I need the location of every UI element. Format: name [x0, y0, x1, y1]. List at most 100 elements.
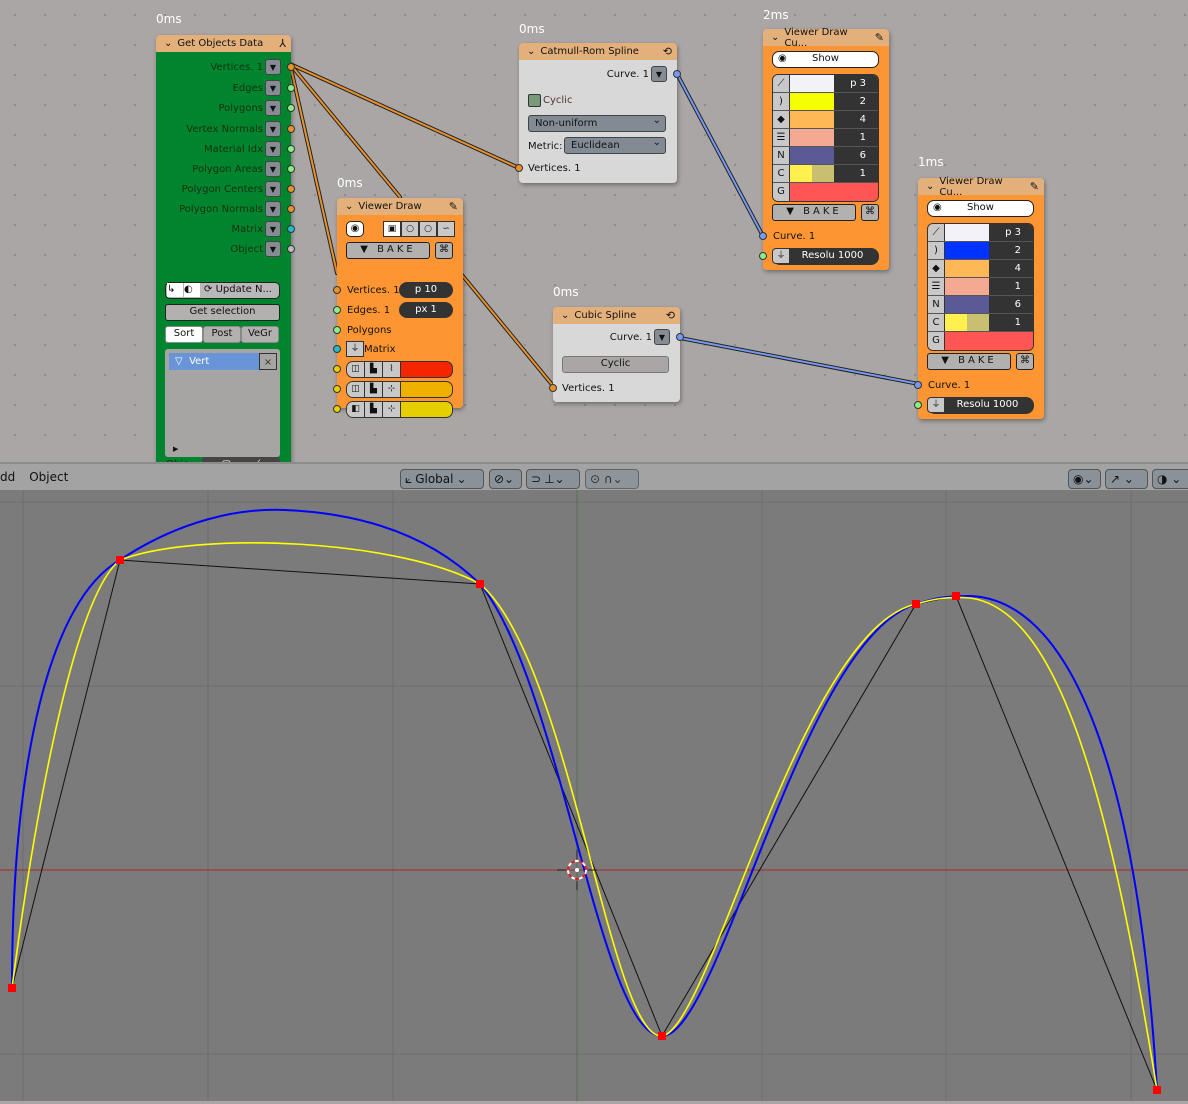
- output-socket[interactable]: [287, 125, 295, 133]
- output-socket[interactable]: [287, 165, 295, 173]
- curve-icon[interactable]: ∽: [437, 221, 455, 237]
- visibility-select[interactable]: ◉⌄: [1068, 469, 1101, 489]
- collapse-icon[interactable]: ⌄: [345, 201, 353, 212]
- plug-icon[interactable]: ⏚: [346, 341, 364, 357]
- close-icon[interactable]: ×: [259, 353, 277, 370]
- color-swatch[interactable]: [790, 165, 834, 182]
- output-socket[interactable]: [287, 185, 295, 193]
- menu-object[interactable]: Object: [29, 470, 68, 484]
- value-field[interactable]: 1: [834, 165, 878, 182]
- color-swatch[interactable]: [945, 224, 989, 241]
- socket-resolution[interactable]: [914, 401, 922, 409]
- socket-curve[interactable]: [676, 333, 684, 341]
- output-socket[interactable]: [287, 145, 295, 153]
- attribute-row[interactable]: C1: [928, 314, 1033, 332]
- snap-toggle[interactable]: ⊃ ⊥⌄: [526, 469, 580, 489]
- dropdown-icon[interactable]: ▼: [265, 201, 281, 217]
- output-socket[interactable]: [287, 245, 295, 253]
- node-editor[interactable]: 0ms ⌄ Get Objects Data ⅄ Vertices. 1 ▼ Edges…: [0, 0, 1188, 462]
- socket-curve[interactable]: [914, 381, 922, 389]
- socket-color[interactable]: [333, 365, 341, 373]
- value-field[interactable]: 2: [989, 242, 1033, 259]
- collapse-icon[interactable]: ⌄: [561, 310, 569, 321]
- output-socket[interactable]: [287, 63, 295, 71]
- attribute-row[interactable]: ◆ 4: [928, 260, 1033, 278]
- vertex-size-field[interactable]: p 10: [399, 282, 453, 298]
- socket-curve[interactable]: [759, 232, 767, 240]
- update-button[interactable]: ↳ ◐ ⟳ Update N...: [165, 282, 280, 299]
- dropdown-icon[interactable]: ▼: [265, 161, 281, 177]
- edge-width-field[interactable]: px 1: [399, 302, 453, 318]
- output-socket[interactable]: [287, 205, 295, 213]
- color-swatch[interactable]: [790, 93, 834, 110]
- list-item[interactable]: ▽ Vert ×: [169, 353, 277, 370]
- show-toggle-eye-icon[interactable]: ◉: [346, 221, 364, 237]
- display-mode-buttons[interactable]: ▣ ○ ○ ∽: [383, 221, 455, 237]
- dropdown-icon[interactable]: ▼: [651, 66, 667, 82]
- value-field[interactable]: 1: [834, 129, 878, 146]
- socket-matrix[interactable]: [333, 345, 341, 353]
- color-swatch[interactable]: [945, 296, 989, 313]
- viewer-draw-curve-node-2[interactable]: ⌄ Viewer Draw Cu... ✎ ◉ Show ⟋ p 3) 2 ◆ 4 ☰ 1 N 6 C 1…: [914, 176, 1044, 419]
- overlay-toggle[interactable]: ◑ ⌄: [1152, 469, 1188, 489]
- tab-vegr[interactable]: VeGr: [241, 326, 279, 343]
- collapse-icon[interactable]: ⌄: [771, 32, 779, 43]
- attribute-row[interactable]: C1: [773, 165, 878, 183]
- tab-sort[interactable]: Sort: [165, 326, 203, 343]
- value-field[interactable]: 4: [989, 260, 1033, 277]
- output-socket[interactable]: [287, 84, 295, 92]
- socket-edges[interactable]: [333, 306, 341, 314]
- socket-polygons[interactable]: [333, 326, 341, 334]
- color-row[interactable]: ◧ ▙ ⊹: [346, 401, 453, 418]
- dropdown-icon[interactable]: ▼: [265, 80, 281, 96]
- output-socket[interactable]: [287, 104, 295, 112]
- cyclic-toggle[interactable]: Cyclic: [562, 356, 669, 373]
- gizmo-toggle[interactable]: ↗ ⌄: [1105, 469, 1148, 489]
- viewer-draw-node[interactable]: ⌄ Viewer Draw ✎ ◉ ▣ ○ ○ ∽ ▼ BAKE ⌘ Vertices. …: [333, 198, 463, 418]
- cyclic-checkbox[interactable]: [528, 93, 541, 107]
- output-socket[interactable]: [287, 225, 295, 233]
- 3d-viewport[interactable]: [0, 490, 1188, 1101]
- color-swatch[interactable]: [790, 129, 834, 146]
- attribute-row[interactable]: ⟋ p 3: [773, 75, 878, 93]
- knot-mode-select[interactable]: Non-uniform: [528, 113, 666, 132]
- bake-button[interactable]: ▼ BAKE: [346, 242, 430, 259]
- value-field[interactable]: 6: [989, 296, 1033, 313]
- color-row[interactable]: ◫ ▙ ⌇: [346, 361, 453, 378]
- collapse-icon[interactable]: ⌄: [926, 181, 934, 192]
- socket-color[interactable]: [333, 405, 341, 413]
- transform-orientation-select[interactable]: ⟀ Global ⌄: [400, 469, 484, 489]
- attribute-row[interactable]: N6: [773, 147, 878, 165]
- cubic-spline-node[interactable]: ⌄ Cubic Spline ⟲ Curve. 1 ▼ Cyclic Vertices…: [549, 307, 684, 402]
- dropdown-icon[interactable]: ▼: [265, 241, 281, 257]
- bake-options-icon[interactable]: ⌘: [1016, 353, 1034, 370]
- bake-options-icon[interactable]: ⌘: [435, 242, 453, 259]
- color-swatch[interactable]: [945, 260, 989, 277]
- color-row[interactable]: ◫ ▙ ⊹: [346, 381, 453, 398]
- socket-color[interactable]: [333, 385, 341, 393]
- attribute-row[interactable]: ) 2: [773, 93, 878, 111]
- color-swatch[interactable]: [945, 278, 989, 295]
- bake-button[interactable]: ▼ BAKE: [927, 353, 1011, 370]
- catmull-rom-spline-node[interactable]: ⌄ Catmull-Rom Spline ⟲ Curve. 1 ▼ Cyclic No…: [515, 43, 681, 183]
- show-toggle[interactable]: ◉ Show: [772, 51, 879, 68]
- color-swatch[interactable]: [945, 332, 1033, 350]
- value-field[interactable]: 4: [834, 111, 878, 128]
- dropdown-icon[interactable]: ▼: [265, 181, 281, 197]
- value-field[interactable]: p 3: [989, 224, 1033, 241]
- bake-button[interactable]: ▼ BAKE: [772, 204, 856, 221]
- collapse-icon[interactable]: ⌄: [527, 46, 535, 57]
- value-field[interactable]: 2: [834, 93, 878, 110]
- attribute-row[interactable]: ◆ 4: [773, 111, 878, 129]
- menu-add[interactable]: dd: [0, 470, 15, 484]
- value-field[interactable]: 1: [989, 278, 1033, 295]
- attribute-row[interactable]: ) 2: [928, 242, 1033, 260]
- value-field[interactable]: p 3: [834, 75, 878, 92]
- bake-options-icon[interactable]: ⌘: [861, 204, 879, 221]
- tab-post[interactable]: Post: [203, 326, 241, 343]
- attribute-row[interactable]: ☰ 1: [773, 129, 878, 147]
- value-field[interactable]: 1: [989, 314, 1033, 331]
- dropdown-icon[interactable]: ▼: [265, 59, 281, 75]
- value-field[interactable]: 6: [834, 147, 878, 164]
- dropdown-icon[interactable]: ▼: [265, 221, 281, 237]
